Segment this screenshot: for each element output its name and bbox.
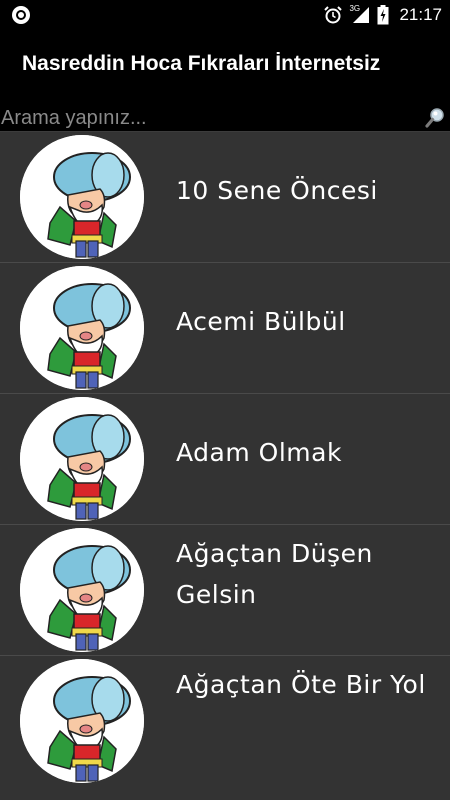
- status-time: 21:17: [399, 5, 442, 24]
- status-icons: 3G 21:17: [323, 0, 442, 30]
- status-bar: 3G 21:17: [0, 0, 450, 30]
- item-title: Acemi Bülbül: [176, 307, 346, 336]
- app-bar: Nasreddin Hoca Fıkraları İnternetsiz: [0, 30, 450, 105]
- list-item[interactable]: 10 Sene Öncesi: [0, 131, 450, 262]
- list-item[interactable]: Ağaçtan Öte Bir Yol: [0, 655, 450, 786]
- nasreddin-hoca-avatar-icon: [20, 528, 144, 652]
- app-title: Nasreddin Hoca Fıkraları İnternetsiz: [22, 52, 381, 75]
- nasreddin-hoca-avatar-icon: [20, 397, 144, 521]
- search-bar: [0, 105, 450, 131]
- list-item[interactable]: Adam Olmak: [0, 393, 450, 524]
- item-title: 10 Sene Öncesi: [176, 176, 378, 205]
- item-title: Ağaçtan Düşen Gelsin: [176, 539, 373, 609]
- search-input[interactable]: [0, 105, 421, 131]
- nasreddin-hoca-avatar-icon: [20, 135, 144, 259]
- alarm-clock-icon: [324, 6, 343, 24]
- nasreddin-hoca-avatar-icon: [20, 659, 144, 783]
- item-title: Ağaçtan Öte Bir Yol: [176, 670, 426, 699]
- search-icon[interactable]: [424, 106, 446, 130]
- story-list: 10 Sene Öncesi Acemi Bülbül Adam Olmak A…: [0, 131, 450, 786]
- signal-icon: 3G: [349, 4, 371, 25]
- nasreddin-hoca-avatar-icon: [20, 266, 144, 390]
- item-title: Adam Olmak: [176, 438, 342, 467]
- notification-icon: [12, 6, 30, 24]
- list-item[interactable]: Ağaçtan Düşen Gelsin: [0, 524, 450, 655]
- list-item[interactable]: Acemi Bülbül: [0, 262, 450, 393]
- battery-charging-icon: [377, 5, 389, 25]
